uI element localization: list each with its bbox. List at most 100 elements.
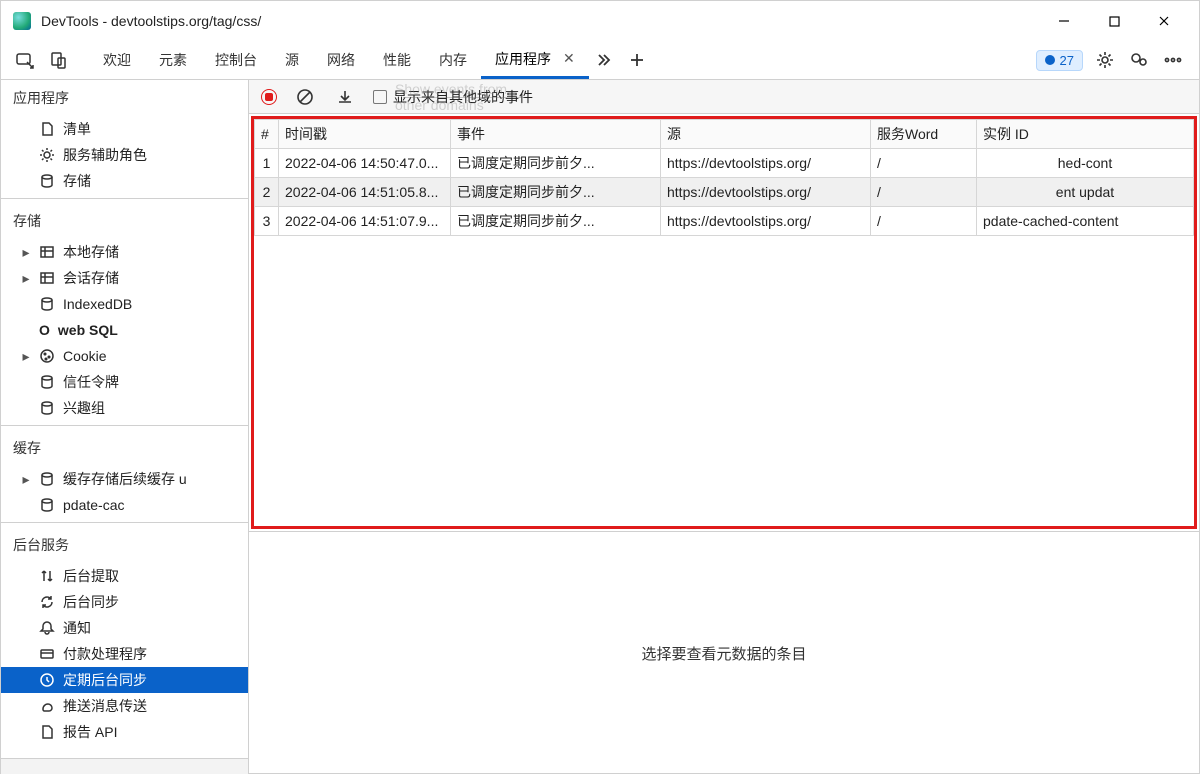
sidebar-item-label: Cookie bbox=[63, 348, 107, 364]
tab-console[interactable]: 控制台 bbox=[201, 41, 271, 79]
sidebar-item-label: 后台同步 bbox=[63, 592, 119, 612]
section-cache: 缓存 bbox=[1, 430, 248, 466]
close-icon[interactable]: ✕ bbox=[563, 50, 575, 67]
tab-label: 源 bbox=[285, 50, 299, 70]
col-index[interactable]: # bbox=[255, 120, 279, 149]
tab-network[interactable]: 网络 bbox=[313, 41, 369, 79]
sidebar-item-reporting-api[interactable]: 报告 API bbox=[1, 719, 248, 745]
sidebar-item-label: 后台提取 bbox=[63, 566, 119, 586]
checkbox-icon bbox=[373, 90, 387, 104]
inspect-icon[interactable] bbox=[11, 46, 39, 74]
events-table: # 时间戳 事件 源 服务Word 实例 ID 1 2022-04-06 14:… bbox=[251, 116, 1197, 529]
caret-icon: ▸ bbox=[21, 348, 31, 365]
section-storage: 存储 bbox=[1, 203, 248, 239]
tab-welcome[interactable]: 欢迎 bbox=[89, 41, 145, 79]
sidebar-item-payment-handler[interactable]: 付款处理程序 bbox=[1, 641, 248, 667]
download-icon[interactable] bbox=[333, 85, 357, 109]
sidebar-item-bg-sync[interactable]: 后台同步 bbox=[1, 589, 248, 615]
tab-label: 元素 bbox=[159, 50, 187, 70]
main-area: 应用程序 清单 服务辅助角色 存储 存储 ▸ 本地存储 ▸ 会话存储 Index… bbox=[1, 79, 1199, 774]
caret-icon: ▸ bbox=[21, 270, 31, 287]
tab-label: 控制台 bbox=[215, 50, 257, 70]
caret-icon: ▸ bbox=[21, 244, 31, 261]
tab-performance[interactable]: 性能 bbox=[369, 41, 425, 79]
sidebar-item-push-messaging[interactable]: 推送消息传送 bbox=[1, 693, 248, 719]
sidebar-item-label: 兴趣组 bbox=[63, 398, 105, 418]
tab-label: 应用程序 bbox=[495, 49, 551, 69]
sidebar-item-label: 本地存储 bbox=[63, 242, 119, 262]
record-button[interactable] bbox=[261, 89, 277, 105]
sidebar-item-label: pdate-cac bbox=[63, 497, 124, 513]
minimize-button[interactable] bbox=[1041, 4, 1087, 38]
sidebar-item-label: 清单 bbox=[63, 119, 91, 139]
tab-sources[interactable]: 源 bbox=[271, 41, 313, 79]
section-bg-services: 后台服务 bbox=[1, 527, 248, 563]
table-row[interactable]: 2 2022-04-06 14:51:05.8... 已调度定期同步前夕... … bbox=[255, 178, 1194, 207]
sidebar-item-label: 缓存存储后续缓存 u bbox=[63, 469, 187, 489]
tab-label: 网络 bbox=[327, 50, 355, 70]
sidebar-item-service-workers[interactable]: 服务辅助角色 bbox=[1, 142, 248, 168]
sidebar-item-label: 会话存储 bbox=[63, 268, 119, 288]
sidebar-item-label: IndexedDB bbox=[63, 296, 132, 312]
sidebar-item-label: 信任令牌 bbox=[63, 372, 119, 392]
sidebar-item-notifications[interactable]: 通知 bbox=[1, 615, 248, 641]
sidebar-item-session-storage[interactable]: ▸ 会话存储 bbox=[1, 265, 248, 291]
window-title: DevTools - devtoolstips.org/tag/css/ bbox=[41, 13, 261, 29]
table-row[interactable]: 1 2022-04-06 14:50:47.0... 已调度定期同步前夕... … bbox=[255, 149, 1194, 178]
issues-count: 27 bbox=[1060, 53, 1074, 68]
sidebar-item-label: 服务辅助角色 bbox=[63, 145, 147, 165]
info-dot-icon bbox=[1045, 55, 1055, 65]
caret-icon: ▸ bbox=[21, 471, 31, 488]
sidebar-item-interest-groups[interactable]: 兴趣组 bbox=[1, 395, 248, 421]
title-bar: DevTools - devtoolstips.org/tag/css/ bbox=[1, 1, 1199, 41]
tab-memory[interactable]: 内存 bbox=[425, 41, 481, 79]
more-menu-icon[interactable] bbox=[1161, 48, 1185, 72]
sidebar-item-cookies[interactable]: ▸ Cookie bbox=[1, 343, 248, 369]
close-window-button[interactable] bbox=[1141, 4, 1187, 38]
sidebar-scrollbar[interactable] bbox=[1, 758, 248, 774]
tab-label: 内存 bbox=[439, 50, 467, 70]
content-pane: 显示来自其他域的事件 Show events from other domain… bbox=[249, 80, 1199, 774]
tab-application[interactable]: 应用程序 ✕ bbox=[481, 41, 589, 79]
col-event[interactable]: 事件 bbox=[451, 120, 661, 149]
maximize-button[interactable] bbox=[1091, 4, 1137, 38]
sidebar-item-bg-fetch[interactable]: 后台提取 bbox=[1, 563, 248, 589]
app-icon bbox=[13, 12, 31, 30]
sidebar-item-label: 推送消息传送 bbox=[63, 696, 147, 716]
table-row[interactable]: 3 2022-04-06 14:51:07.9... 已调度定期同步前夕... … bbox=[255, 207, 1194, 236]
sidebar-item-cache-storage[interactable]: ▸ 缓存存储后续缓存 u bbox=[1, 466, 248, 492]
sidebar-item-websql[interactable]: O web SQL bbox=[1, 317, 248, 343]
add-tab-icon[interactable] bbox=[623, 46, 651, 74]
other-domains-checkbox[interactable]: 显示来自其他域的事件 Show events from other domain… bbox=[373, 87, 533, 107]
sidebar-item-indexeddb[interactable]: IndexedDB bbox=[1, 291, 248, 317]
sidebar-item-label: 付款处理程序 bbox=[63, 644, 147, 664]
tab-label: 欢迎 bbox=[103, 50, 131, 70]
section-application: 应用程序 bbox=[1, 80, 248, 116]
col-service-worker[interactable]: 服务Word bbox=[871, 120, 977, 149]
tab-label: 性能 bbox=[383, 50, 411, 70]
settings-icon[interactable] bbox=[1093, 48, 1117, 72]
sidebar-item-label: 存储 bbox=[63, 171, 91, 191]
feedback-icon[interactable] bbox=[1127, 48, 1151, 72]
sidebar-item-periodic-bg-sync[interactable]: 定期后台同步 bbox=[1, 667, 248, 693]
sidebar-item-trust-tokens[interactable]: 信任令牌 bbox=[1, 369, 248, 395]
clear-icon[interactable] bbox=[293, 85, 317, 109]
device-toggle-icon[interactable] bbox=[45, 46, 73, 74]
sidebar-item-cache-entry[interactable]: pdate-cac bbox=[1, 492, 248, 518]
sidebar-item-label: 定期后台同步 bbox=[63, 670, 147, 690]
pane-toolbar: 显示来自其他域的事件 Show events from other domain… bbox=[249, 80, 1199, 114]
sidebar-item-manifest[interactable]: 清单 bbox=[1, 116, 248, 142]
sidebar-item-storage-overview[interactable]: 存储 bbox=[1, 168, 248, 194]
sidebar-item-label: 通知 bbox=[63, 618, 91, 638]
tab-elements[interactable]: 元素 bbox=[145, 41, 201, 79]
sidebar-item-local-storage[interactable]: ▸ 本地存储 bbox=[1, 239, 248, 265]
col-source[interactable]: 源 bbox=[661, 120, 871, 149]
issues-pill[interactable]: 27 bbox=[1036, 50, 1083, 71]
col-instance-id[interactable]: 实例 ID bbox=[977, 120, 1194, 149]
strike-text: Show events from other domains bbox=[395, 81, 533, 113]
col-timestamp[interactable]: 时间戳 bbox=[279, 120, 451, 149]
tabstrip: 欢迎 元素 控制台 源 网络 性能 内存 应用程序 ✕ 27 bbox=[1, 41, 1199, 79]
sidebar: 应用程序 清单 服务辅助角色 存储 存储 ▸ 本地存储 ▸ 会话存储 Index… bbox=[1, 80, 249, 774]
detail-placeholder: 选择要查看元数据的条目 bbox=[249, 531, 1199, 774]
more-tabs-icon[interactable] bbox=[589, 46, 617, 74]
